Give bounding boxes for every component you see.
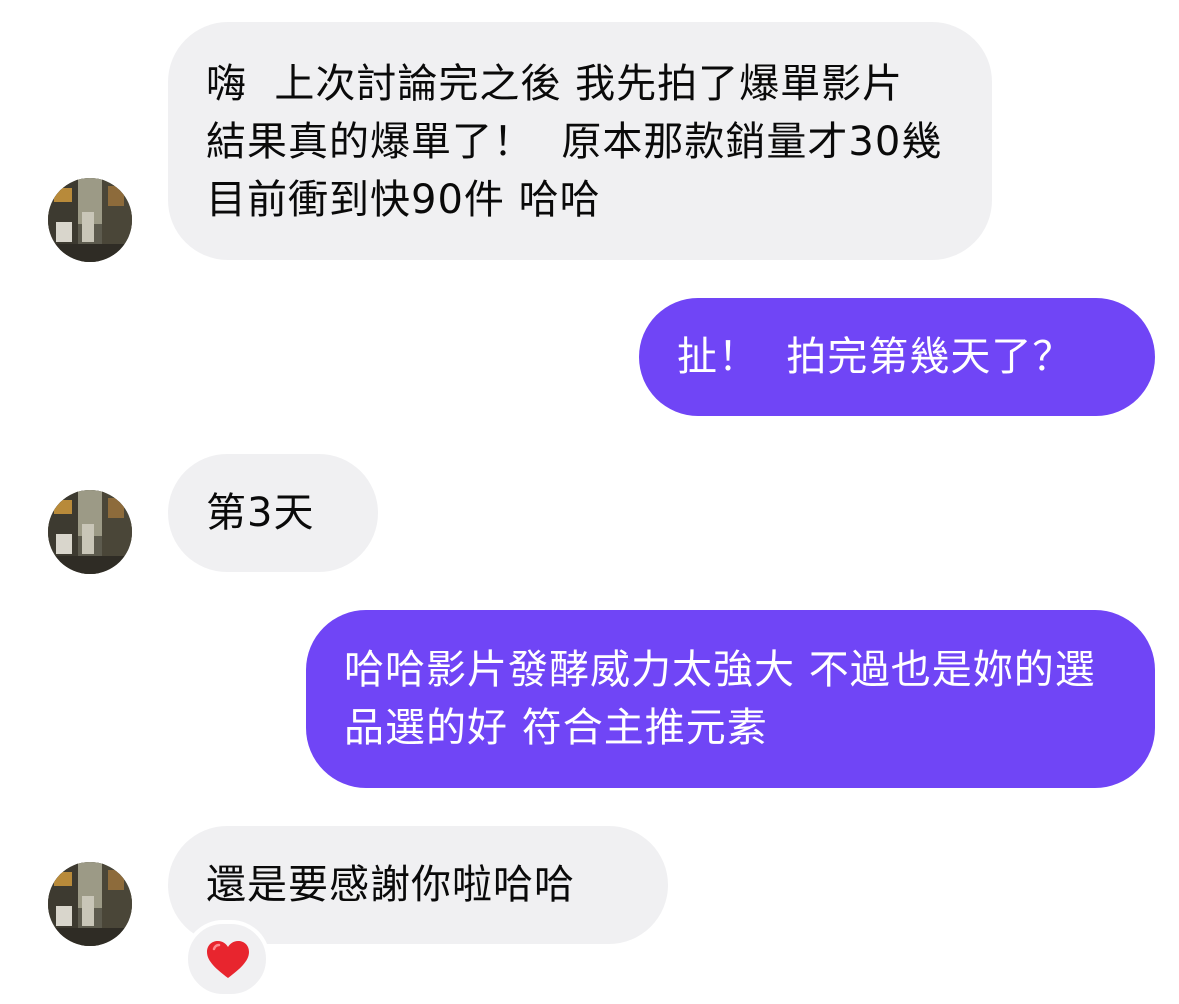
- avatar-photo: [48, 178, 132, 262]
- chat-thread: 嗨 上次討論完之後 我先拍了爆單影片 結果真的爆單了！ 原本那款銷量才30幾 目…: [0, 0, 1179, 1004]
- message-reaction[interactable]: [184, 920, 270, 998]
- avatar[interactable]: [48, 490, 132, 574]
- avatar[interactable]: [48, 862, 132, 946]
- avatar-photo: [48, 862, 132, 946]
- avatar-photo: [48, 490, 132, 574]
- incoming-message[interactable]: 嗨 上次討論完之後 我先拍了爆單影片 結果真的爆單了！ 原本那款銷量才30幾 目…: [168, 22, 992, 260]
- heart-icon: [207, 941, 249, 978]
- outgoing-message[interactable]: 扯！ 拍完第幾天了？: [639, 298, 1155, 416]
- incoming-message[interactable]: 第3天: [168, 454, 378, 572]
- avatar[interactable]: [48, 178, 132, 262]
- outgoing-message[interactable]: 哈哈影片發酵威力太強大 不過也是妳的選品選的好 符合主推元素: [306, 610, 1155, 788]
